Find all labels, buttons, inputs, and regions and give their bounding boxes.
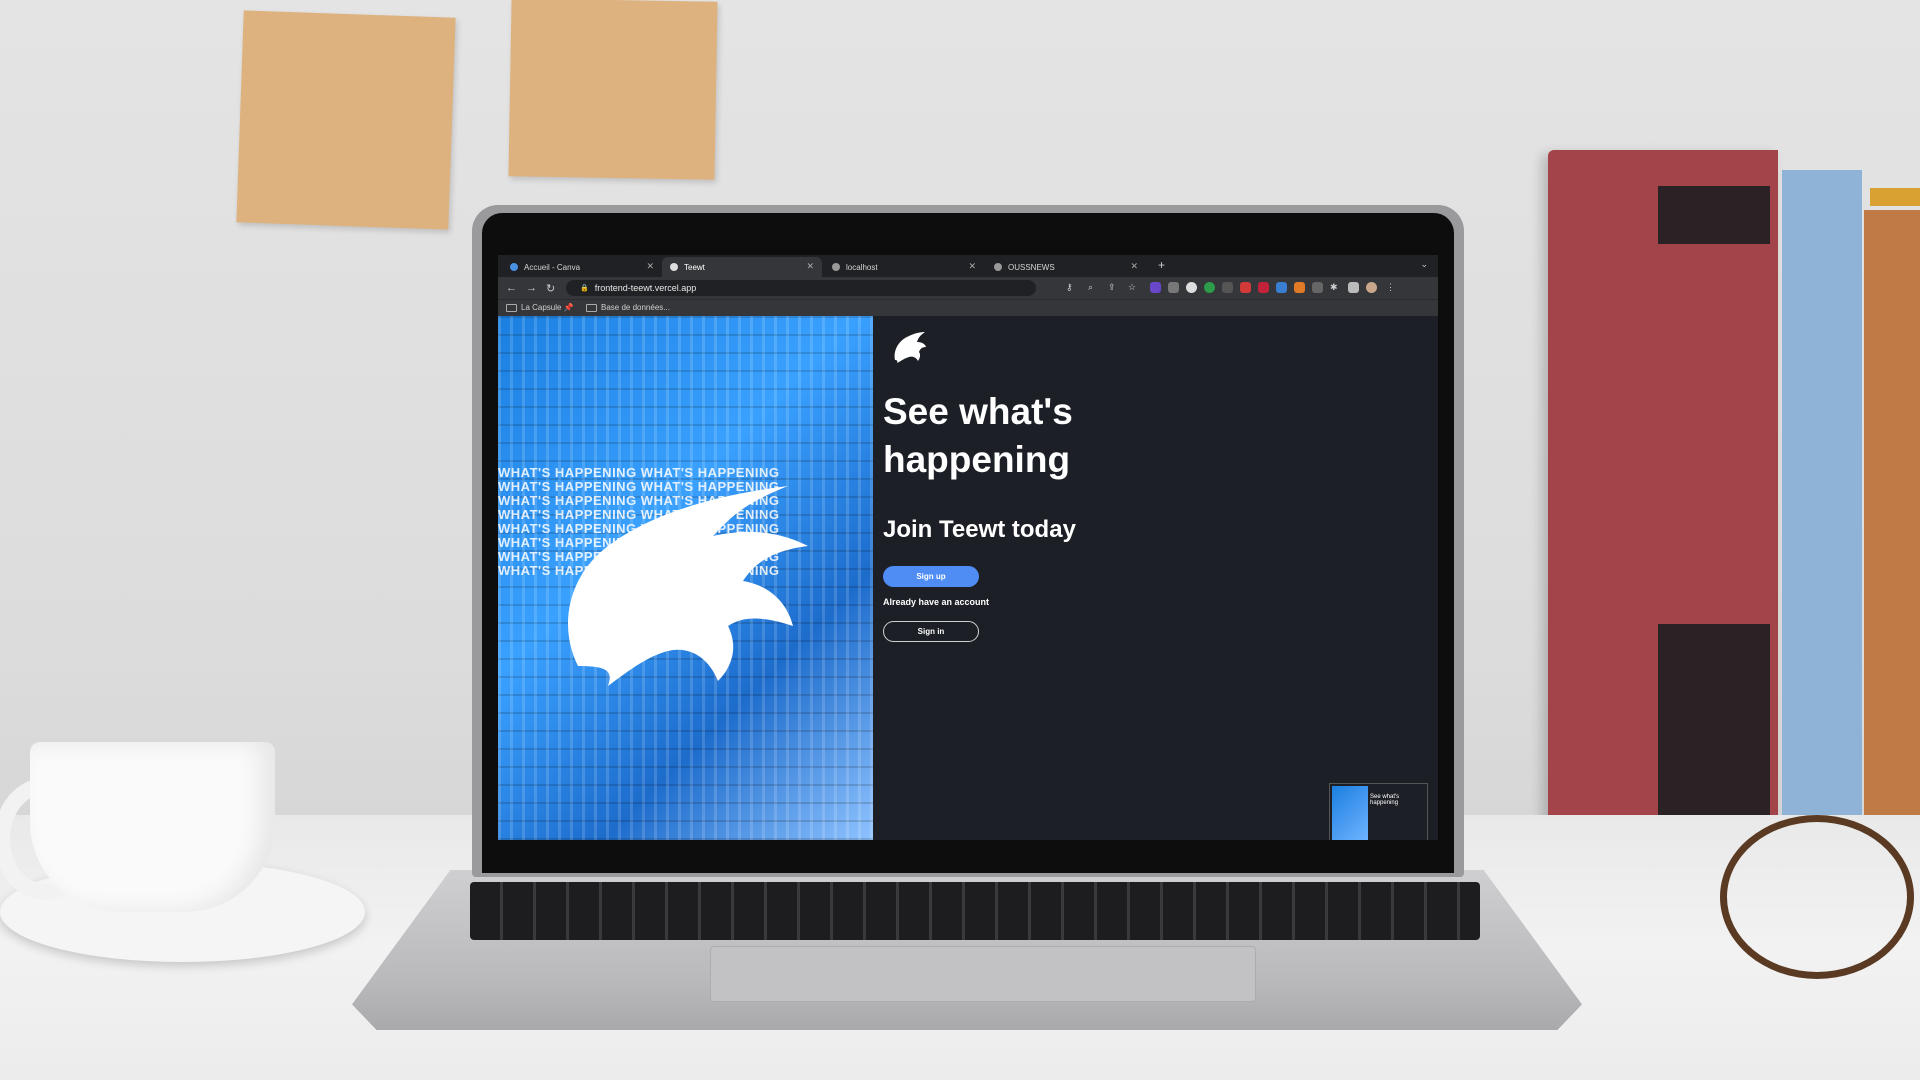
thumbnail-hero xyxy=(1332,786,1368,840)
sticky-note xyxy=(236,10,456,230)
bookmarks-bar: La Capsule 📌 Base de données... xyxy=(498,299,1438,316)
signup-panel: See what's happening Join Teewt today Si… xyxy=(873,316,1438,840)
sign-in-button[interactable]: Sign in xyxy=(883,621,979,642)
globe-icon xyxy=(994,263,1002,271)
book xyxy=(1548,150,1778,876)
extension-icon[interactable] xyxy=(1312,282,1323,293)
globe-icon xyxy=(832,263,840,271)
book-band xyxy=(1658,624,1770,818)
tab-title: OUSSNEWS xyxy=(1008,262,1055,272)
chevron-down-icon[interactable]: ⌄ xyxy=(1420,259,1428,270)
book xyxy=(1782,170,1862,870)
screen-bezel: Accueil - Canva ✕ Teewt ✕ localhost ✕ OU… xyxy=(482,213,1454,873)
extension-icon[interactable] xyxy=(1222,282,1233,293)
menu-icon[interactable]: ⋮ xyxy=(1386,282,1395,293)
bookmark-label: La Capsule 📌 xyxy=(521,303,574,312)
zoom-icon[interactable]: ⌕ xyxy=(1088,282,1093,293)
extension-icon[interactable] xyxy=(1258,282,1269,293)
teewt-logo-icon xyxy=(894,332,926,363)
tab-title: Accueil - Canva xyxy=(524,262,581,272)
close-icon[interactable]: ✕ xyxy=(806,261,814,272)
key-icon[interactable]: ⚷ xyxy=(1066,282,1073,293)
tab-strip: Accueil - Canva ✕ Teewt ✕ localhost ✕ OU… xyxy=(498,255,1438,277)
lock-icon: 🔒 xyxy=(580,285,589,292)
close-icon[interactable]: ✕ xyxy=(646,261,654,272)
folder-icon xyxy=(586,303,597,312)
tab-localhost[interactable]: localhost ✕ xyxy=(824,257,984,277)
sign-up-button[interactable]: Sign up xyxy=(883,566,979,587)
bookmark-la-capsule[interactable]: La Capsule 📌 xyxy=(506,303,574,312)
bookmark-label: Base de données... xyxy=(601,303,670,312)
teewt-bird-logo xyxy=(568,486,808,686)
book-band xyxy=(1658,186,1770,244)
reload-icon[interactable]: ↻ xyxy=(546,282,555,295)
star-icon[interactable]: ☆ xyxy=(1128,282,1136,293)
close-icon[interactable]: ✕ xyxy=(968,261,976,272)
avatar[interactable] xyxy=(1366,282,1377,293)
folder-icon xyxy=(506,303,517,312)
address-bar[interactable]: 🔒 frontend-teewt.vercel.app xyxy=(566,280,1036,296)
coffee-cup xyxy=(30,742,275,912)
extension-icon[interactable] xyxy=(1186,282,1197,293)
laptop: Accueil - Canva ✕ Teewt ✕ localhost ✕ OU… xyxy=(472,205,1464,877)
page-subtitle: Join Teewt today xyxy=(883,516,1076,543)
extension-icon[interactable] xyxy=(1168,282,1179,293)
keyboard xyxy=(470,882,1480,940)
hero-image: WHAT'S HAPPENING WHAT'S HAPPENING WHAT'S… xyxy=(498,316,873,840)
page-title: See what's happening xyxy=(883,391,1073,480)
share-icon[interactable]: ⇪ xyxy=(1108,282,1116,293)
new-tab-button[interactable]: + xyxy=(1158,258,1165,272)
sticky-note xyxy=(508,0,718,180)
tab-teewt[interactable]: Teewt ✕ xyxy=(662,257,822,277)
puzzle-icon[interactable]: ✱ xyxy=(1330,282,1338,293)
forward-icon[interactable]: → xyxy=(526,282,537,294)
sidepanel-icon[interactable] xyxy=(1348,282,1359,293)
extension-icon[interactable] xyxy=(1276,282,1287,293)
thumbnail-title: See what's happening xyxy=(1370,794,1400,806)
eyeglasses xyxy=(1720,815,1914,979)
teewt-icon xyxy=(670,263,678,271)
tab-oussnews[interactable]: OUSSNEWS ✕ xyxy=(986,257,1146,277)
bookmark-base-de-donnees[interactable]: Base de données... xyxy=(586,303,670,312)
back-icon[interactable]: ← xyxy=(506,282,517,294)
browser-window: Accueil - Canva ✕ Teewt ✕ localhost ✕ OU… xyxy=(498,255,1438,840)
extension-icon[interactable] xyxy=(1240,282,1251,293)
touchpad xyxy=(710,946,1256,1002)
tab-title: Teewt xyxy=(684,262,705,272)
extension-icon[interactable] xyxy=(1204,282,1215,293)
bookmark-ribbon xyxy=(1870,188,1920,206)
canva-icon xyxy=(510,263,518,271)
close-icon[interactable]: ✕ xyxy=(1130,261,1138,272)
tab-accueil-canva[interactable]: Accueil - Canva ✕ xyxy=(502,257,662,277)
browser-toolbar: ← → ↻ 🔒 frontend-teewt.vercel.app ⚷ ⌕ ⇪ … xyxy=(498,277,1438,299)
already-account-text: Already have an account xyxy=(883,597,990,607)
extension-icon[interactable] xyxy=(1150,282,1161,293)
book xyxy=(1864,210,1920,870)
thumbnail-preview[interactable]: See what's happening xyxy=(1329,783,1428,840)
url-text: frontend-teewt.vercel.app xyxy=(594,283,697,293)
tab-title: localhost xyxy=(846,262,878,272)
extension-icon[interactable] xyxy=(1294,282,1305,293)
